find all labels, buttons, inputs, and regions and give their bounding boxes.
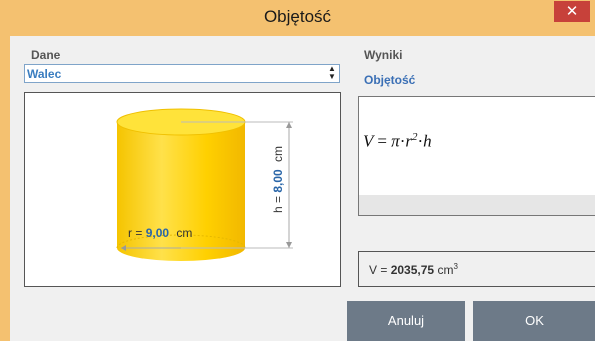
shape-select[interactable]: Walec ▲ ▼ xyxy=(24,64,340,83)
height-arrow-bottom-icon xyxy=(286,242,292,248)
close-button[interactable]: ✕ xyxy=(554,1,590,22)
cylinder-body xyxy=(117,122,245,261)
select-arrows-icon: ▲ ▼ xyxy=(328,64,336,81)
cylinder-figure: r = 9,00 cm h = 8,00 cm xyxy=(116,108,293,261)
dialog-window: Objętość ✕ Dane Walec ▲ ▼ r = 9,00 cm h … xyxy=(0,0,595,341)
formula-panel-footer xyxy=(359,195,595,215)
close-icon: ✕ xyxy=(565,3,579,20)
results-section-label: Wyniki xyxy=(364,48,403,62)
result-panel: V = 2035,75 cm3 xyxy=(358,251,595,287)
volume-formula: V = π·r2·h xyxy=(363,131,432,151)
height-arrow-top-icon xyxy=(286,122,292,128)
shape-select-value: Walec xyxy=(27,67,62,81)
ok-button[interactable]: OK xyxy=(473,301,595,341)
title-bar[interactable]: Objętość ✕ xyxy=(0,0,595,36)
dialog-client-area: Dane Walec ▲ ▼ r = 9,00 cm h = 8,00 cm W… xyxy=(10,36,595,341)
window-title: Objętość xyxy=(263,7,332,26)
results-title: Objętość xyxy=(364,73,416,87)
shape-figure-panel: r = 9,00 cm h = 8,00 cm xyxy=(24,92,341,287)
cancel-button[interactable]: Anuluj xyxy=(347,301,465,341)
volume-result: V = 2035,75 cm3 xyxy=(369,262,458,277)
height-label: h = 8,00 cm xyxy=(271,146,285,213)
data-section-label: Dane xyxy=(31,48,61,62)
formula-panel: V = π·r2·h xyxy=(358,96,595,216)
radius-label: r = 9,00 cm xyxy=(128,226,192,240)
